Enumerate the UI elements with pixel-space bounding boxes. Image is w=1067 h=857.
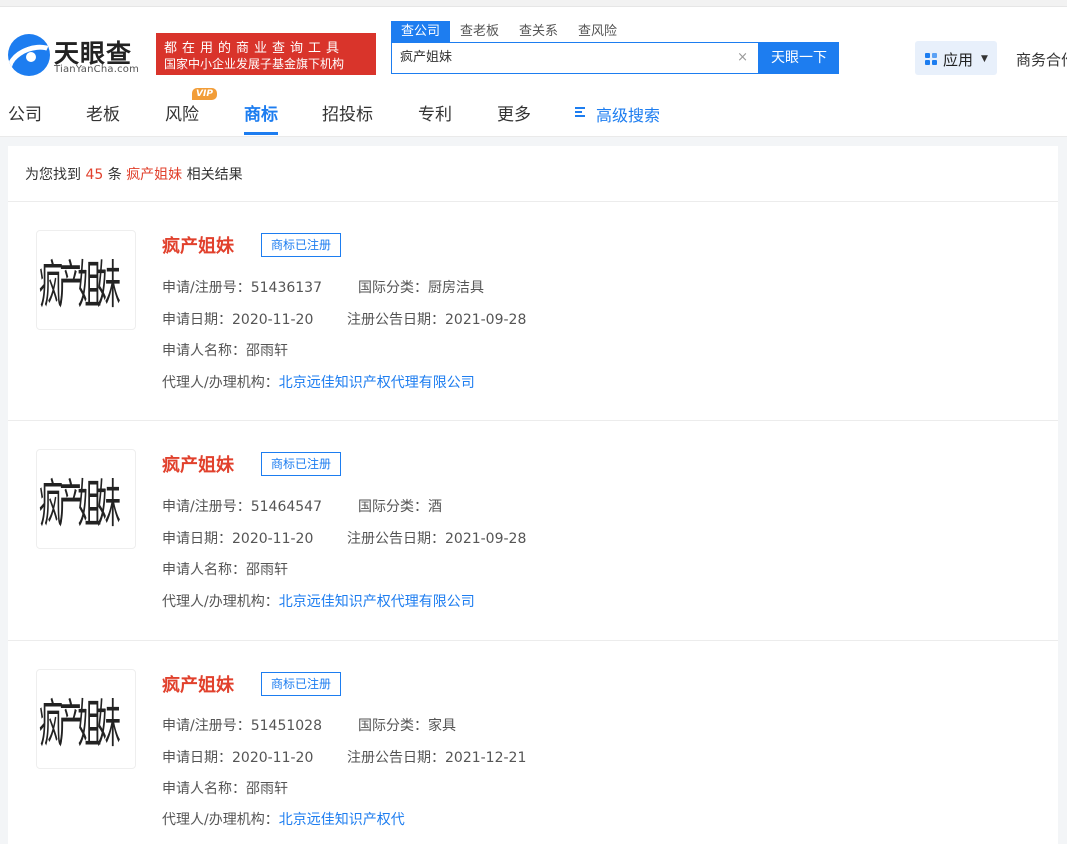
clear-icon[interactable]: × [737, 51, 748, 65]
trademark-image[interactable]: 疯产姐妹 [36, 230, 136, 330]
announce-date-row: 注册公告日期：2021-09-28 [347, 531, 527, 547]
announce-date-row: 注册公告日期：2021-09-28 [347, 312, 527, 328]
status-badge: 商标已注册 [261, 452, 342, 476]
logo-mark-icon [8, 34, 50, 76]
advanced-search-link[interactable]: 高级搜索 [596, 102, 660, 126]
status-badge: 商标已注册 [261, 672, 342, 696]
search-tab-risk[interactable]: 查风险 [568, 21, 627, 43]
nav-company[interactable]: 公司 [8, 100, 42, 125]
search-input[interactable] [400, 43, 720, 73]
trademark-name[interactable]: 疯产姐妹 [162, 232, 234, 258]
search-button[interactable]: 天眼一下 [759, 42, 839, 74]
vip-badge: VIP [192, 88, 217, 100]
advanced-search-icon [575, 105, 591, 119]
search-tab-relation[interactable]: 查关系 [509, 21, 568, 43]
search-tab-company[interactable]: 查公司 [391, 21, 451, 43]
nav-bidding[interactable]: 招投标 [322, 100, 373, 125]
agent-link[interactable]: 北京远佳知识产权代 [279, 812, 405, 828]
trademark-image[interactable]: 疯产姐妹 [36, 449, 136, 549]
search-type-tabs: 查公司 查老板 查关系 查风险 [391, 21, 627, 43]
intl-class-row: 国际分类：厨房洁具 [358, 280, 484, 296]
active-tab-underline [244, 132, 278, 135]
trademark-name[interactable]: 疯产姐妹 [162, 451, 234, 477]
agent-link[interactable]: 北京远佳知识产权代理有限公司 [279, 594, 475, 610]
apps-dropdown-button[interactable]: 应用 ▼ [915, 41, 997, 75]
watermark-overlay [420, 800, 660, 834]
tianyancha-logo[interactable]: 天眼查 TianYanCha.com [8, 34, 150, 80]
top-border [0, 0, 1067, 7]
trademark-card[interactable]: 疯产姐妹 疯产姐妹 商标已注册 申请/注册号：51436137 国际分类：厨房洁… [8, 202, 1058, 418]
slogan-line-2: 国家中小企业发展子基金旗下机构 [164, 57, 345, 71]
agent-row: 代理人/办理机构：北京远佳知识产权代理有限公司 [162, 594, 475, 610]
nav-boss[interactable]: 老板 [86, 100, 120, 125]
trademark-name[interactable]: 疯产姐妹 [162, 671, 234, 697]
applicant-row: 申请人名称：邵雨轩 [162, 562, 288, 578]
logo-subtitle: TianYanCha.com [54, 64, 140, 75]
reg-no-row: 申请/注册号：51436137 [162, 280, 322, 296]
nav-risk[interactable]: 风险 [165, 100, 199, 125]
trademark-card[interactable]: 疯产姐妹 疯产姐妹 商标已注册 申请/注册号：51464547 国际分类：酒 申… [8, 421, 1058, 637]
intl-class-row: 国际分类：酒 [358, 499, 442, 515]
apply-date-row: 申请日期：2020-11-20 [162, 312, 314, 328]
reg-no-row: 申请/注册号：51451028 [162, 718, 322, 734]
result-keyword: 疯产姐妹 [126, 167, 183, 183]
trademark-image[interactable]: 疯产姐妹 [36, 669, 136, 769]
result-summary: 为您找到 45 条 疯产姐妹 相关结果 [25, 167, 243, 183]
agent-row: 代理人/办理机构：北京远佳知识产权代理有限公司 [162, 375, 475, 391]
slogan-line-1: 都在用的商业查询工具 [164, 41, 345, 56]
intl-class-row: 国际分类：家具 [358, 718, 456, 734]
applicant-row: 申请人名称：邵雨轩 [162, 343, 288, 359]
category-nav: 公司 老板 风险 商标 招投标 专利 更多 高级搜索 [0, 90, 1067, 137]
nav-patent[interactable]: 专利 [418, 100, 452, 125]
nav-more[interactable]: 更多 [497, 100, 531, 125]
apply-date-row: 申请日期：2020-11-20 [162, 750, 314, 766]
nav-trademark[interactable]: 商标 [244, 100, 278, 125]
search-tab-boss[interactable]: 查老板 [450, 21, 509, 43]
apply-date-row: 申请日期：2020-11-20 [162, 531, 314, 547]
status-badge: 商标已注册 [261, 233, 342, 257]
agent-row: 代理人/办理机构：北京远佳知识产权代 [162, 812, 405, 828]
reg-no-row: 申请/注册号：51464547 [162, 499, 322, 515]
apps-grid-icon [925, 53, 937, 65]
agent-link[interactable]: 北京远佳知识产权代理有限公司 [279, 375, 475, 391]
apps-label: 应用 [943, 51, 974, 69]
result-count: 45 [85, 167, 104, 183]
search-box: × [391, 42, 759, 74]
chevron-down-icon: ▼ [981, 54, 988, 64]
applicant-row: 申请人名称：邵雨轩 [162, 781, 288, 797]
slogan-banner: 都在用的商业查询工具 国家中小企业发展子基金旗下机构 [156, 33, 376, 75]
announce-date-row: 注册公告日期：2021-12-21 [347, 750, 527, 766]
business-cooperation-link[interactable]: 商务合作 [1016, 49, 1067, 70]
